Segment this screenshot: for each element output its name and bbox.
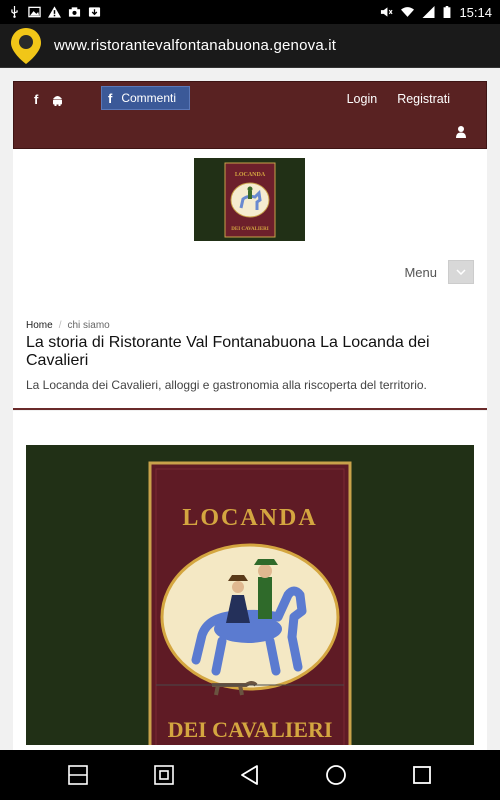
split-screen-button[interactable] [66, 763, 90, 787]
header-box: LOCANDA DEI CAVALIERI Menu Home / chi si… [13, 149, 487, 410]
download-icon [88, 7, 101, 17]
top-bar: f f Commenti Login Registrati [13, 81, 487, 149]
screenshot-button[interactable] [152, 763, 176, 787]
logo-bottom-text: DEI CAVALIERI [231, 227, 269, 232]
auth-links: Login Registrati [347, 92, 450, 106]
logo-sign-graphic: LOCANDA DEI CAVALIERI [224, 162, 275, 237]
comments-button-label: Commenti [121, 91, 177, 105]
screenshot-icon [154, 765, 174, 785]
facebook-icon[interactable]: f [34, 92, 38, 107]
location-pin-icon[interactable] [10, 27, 42, 65]
sign-image: LOCANDA DEI CAVALIERI [26, 445, 474, 745]
image-icon [28, 6, 41, 18]
home-button[interactable] [324, 763, 348, 787]
comments-button[interactable]: f Commenti [101, 86, 190, 110]
facebook-icon: f [108, 90, 113, 106]
back-icon [241, 765, 258, 785]
address-bar[interactable]: www.ristorantevalfontanabuona.genova.it [0, 24, 500, 68]
login-link[interactable]: Login [347, 92, 378, 106]
section-divider [13, 408, 487, 410]
menu-button[interactable] [448, 260, 474, 284]
sign-bottom-text: DEI CAVALIERI [168, 717, 333, 742]
wifi-icon [401, 7, 415, 17]
locanda-sign-graphic: LOCANDA DEI CAVALIERI [26, 445, 474, 745]
content-box: LOCANDA DEI CAVALIERI [13, 411, 487, 750]
menu-label[interactable]: Menu [404, 265, 437, 280]
warning-icon [48, 6, 61, 18]
page-title: La storia di Ristorante Val Fontanabuona… [26, 334, 430, 369]
breadcrumb-current: chi siamo [67, 320, 110, 331]
url-text[interactable]: www.ristorantevalfontanabuona.genova.it [54, 37, 336, 54]
site-logo[interactable]: LOCANDA DEI CAVALIERI [194, 158, 305, 241]
page-subtitle: La Locanda dei Cavalieri, alloggi e gast… [26, 378, 427, 392]
recents-icon [413, 766, 431, 784]
status-time: 15:14 [459, 4, 492, 20]
camera-icon [68, 7, 81, 17]
web-page: f f Commenti Login Registrati LOCANDA DE… [0, 68, 500, 750]
navigation-bar [0, 750, 500, 800]
status-bar: 15:14 [0, 0, 500, 24]
user-icon[interactable] [456, 126, 466, 138]
breadcrumb-separator: / [58, 320, 62, 331]
breadcrumb: Home / chi siamo [26, 320, 110, 331]
register-link[interactable]: Registrati [397, 92, 450, 106]
split-screen-icon [68, 765, 88, 785]
menu-toggle-row[interactable]: Menu [404, 260, 474, 284]
home-icon [326, 765, 346, 785]
breadcrumb-home[interactable]: Home [26, 320, 53, 331]
recents-button[interactable] [410, 763, 434, 787]
back-button[interactable] [238, 763, 262, 787]
chevron-down-icon [456, 269, 466, 275]
logo-top-text: LOCANDA [234, 172, 265, 178]
signal-icon [422, 6, 435, 18]
social-links: f [34, 92, 63, 107]
sign-top-text: LOCANDA [182, 505, 317, 531]
mute-icon [381, 7, 393, 17]
battery-icon [444, 6, 451, 18]
android-icon[interactable] [52, 94, 63, 106]
usb-icon [11, 6, 18, 18]
